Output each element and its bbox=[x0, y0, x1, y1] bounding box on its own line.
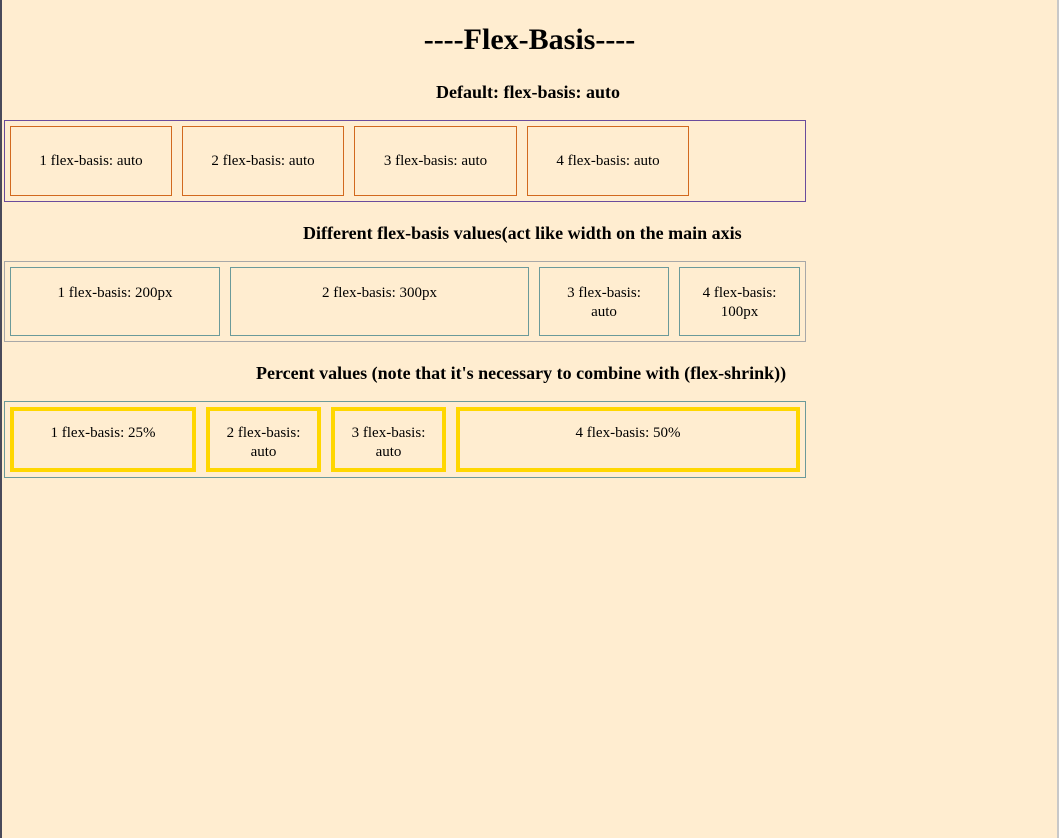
section3-item-1: 1 flex-basis: 25% bbox=[10, 407, 196, 472]
section1-item-1: 1 flex-basis: auto bbox=[10, 126, 172, 196]
section3-item-3: 3 flex-basis: auto bbox=[331, 407, 446, 472]
section1-heading: Default: flex-basis: auto bbox=[436, 82, 620, 102]
section1-item-4: 4 flex-basis: auto bbox=[527, 126, 689, 196]
section2-item-1: 1 flex-basis: 200px bbox=[10, 267, 220, 336]
section2-item-2: 2 flex-basis: 300px bbox=[230, 267, 529, 336]
section1-item-3: 3 flex-basis: auto bbox=[354, 126, 517, 196]
section2-item-4: 4 flex-basis: 100px bbox=[679, 267, 800, 336]
page-title: ----Flex-Basis---- bbox=[423, 23, 636, 56]
section3-heading: Percent values (note that it's necessary… bbox=[256, 363, 787, 383]
section2-heading: Different flex-basis values(act like wid… bbox=[303, 223, 742, 243]
section3-item-2: 2 flex-basis: auto bbox=[206, 407, 321, 472]
section1-item-2: 2 flex-basis: auto bbox=[182, 126, 344, 196]
section3-item-4: 4 flex-basis: 50% bbox=[456, 407, 800, 472]
section2-item-3: 3 flex-basis: auto bbox=[539, 267, 669, 336]
